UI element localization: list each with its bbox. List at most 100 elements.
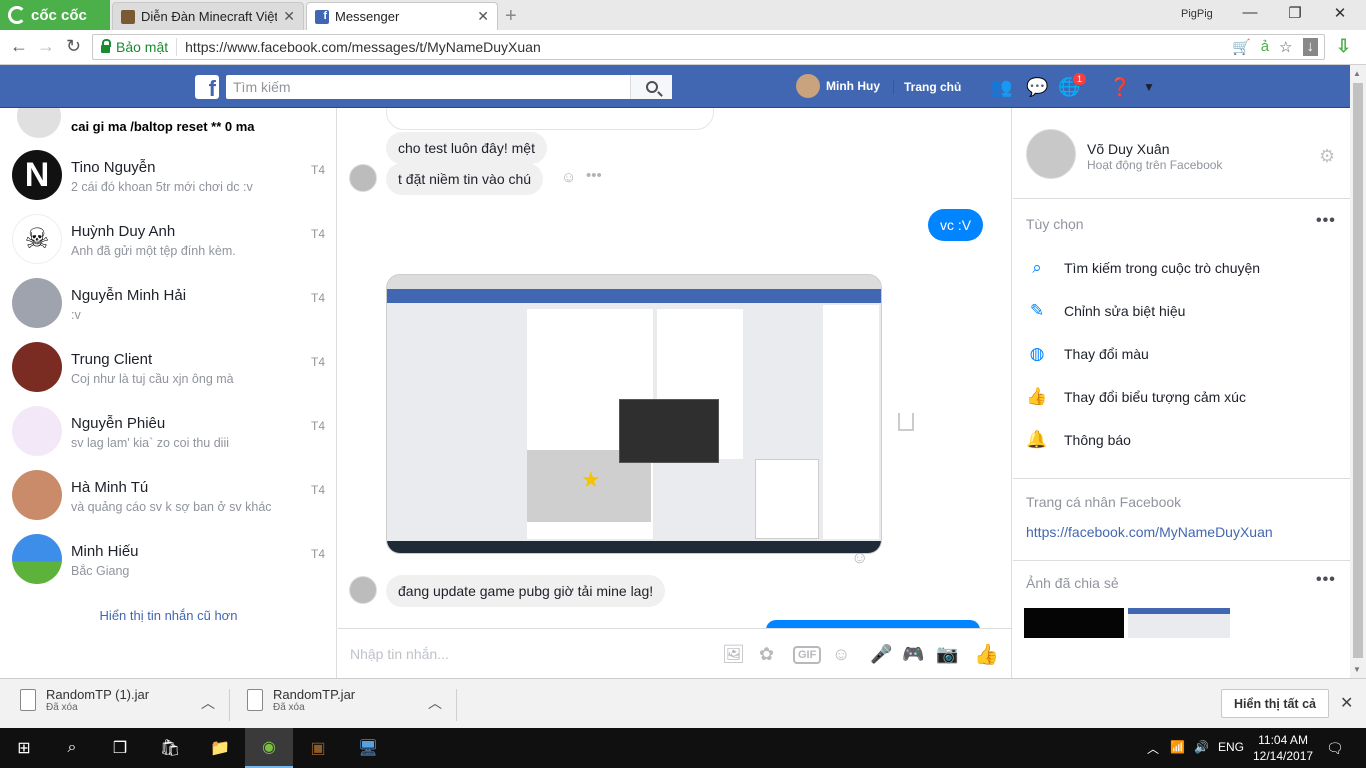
close-tab-icon[interactable]: ✕	[477, 8, 489, 25]
clock-date: 12/14/2017	[1253, 749, 1314, 763]
contact-name[interactable]: Võ Duy Xuân	[1087, 141, 1170, 157]
message-input[interactable]	[350, 643, 710, 665]
conversation-avatar	[12, 278, 62, 328]
maximize-icon[interactable]: ❐	[1280, 4, 1310, 22]
image-upload-icon[interactable]: 🖼	[722, 644, 745, 665]
help-icon[interactable]: ❓	[1109, 77, 1131, 98]
option-change-color[interactable]: ◍ Thay đổi màu	[1026, 344, 1149, 364]
react-smiley-icon[interactable]: ☺	[561, 169, 576, 186]
show-older-messages-link[interactable]: Hiển thị tin nhắn cũ hơn	[0, 608, 336, 623]
option-search-conversation[interactable]: ⌕ Tìm kiếm trong cuộc trò chuyện	[1026, 258, 1260, 278]
add-reaction-icon[interactable]: ☺	[851, 548, 868, 568]
action-center-icon[interactable]: 🗨	[1326, 740, 1344, 757]
reload-icon[interactable]: ↻	[66, 36, 81, 57]
chevron-up-icon[interactable]: ︿	[1147, 740, 1159, 757]
list-item[interactable]: cai gi ma /baltop reset ** 0 ma	[0, 108, 336, 146]
shared-photo-thumbnail[interactable]	[1024, 608, 1124, 638]
contact-avatar[interactable]	[1026, 129, 1076, 179]
list-item[interactable]: N Tino Nguyễn 2 cái đó khoan 5tr mới chơ…	[0, 144, 336, 208]
download-item[interactable]: RandomTP.jar Đã xóa	[247, 687, 355, 713]
forward-arrow-icon[interactable]: →	[37, 36, 55, 57]
profile-name[interactable]: PigPig	[1181, 8, 1213, 20]
chevron-up-icon[interactable]: ︿	[428, 693, 442, 713]
emoji-icon[interactable]: ☺	[832, 644, 850, 665]
windows-start-icon[interactable]: ⊞	[0, 728, 48, 768]
home-link[interactable]: Trang chủ	[893, 80, 961, 94]
gif-icon[interactable]: GIF	[793, 646, 822, 664]
conversation-name: Nguyễn Minh Hải	[71, 287, 187, 304]
wifi-icon[interactable]: 📶	[1170, 740, 1185, 754]
coccoc-menu-button[interactable]: cốc cốc	[0, 0, 110, 30]
messenger-icon[interactable]: 💬	[1026, 77, 1048, 98]
option-edit-nickname[interactable]: ✎ Chỉnh sửa biệt hiệu	[1026, 301, 1186, 321]
task-view-icon[interactable]: ❒	[96, 728, 144, 768]
store-icon[interactable]: 🛍	[146, 728, 194, 768]
facebook-logo-icon[interactable]: f	[195, 75, 219, 101]
camera-icon[interactable]: 📷	[936, 644, 958, 665]
link-preview-card[interactable]	[386, 108, 714, 130]
list-item[interactable]: Nguyễn Minh Hải :v T4	[0, 272, 336, 336]
divider	[1013, 560, 1350, 561]
share-icon[interactable]	[898, 413, 914, 431]
minecraft-icon[interactable]: ▣	[294, 728, 342, 768]
gear-icon[interactable]: ⚙	[1319, 146, 1335, 167]
sender-avatar	[349, 164, 377, 192]
coccoc-browser-icon[interactable]: ◉	[245, 728, 293, 768]
search-icon[interactable]: ⌕	[48, 728, 96, 768]
scrollbar-thumb[interactable]	[1353, 83, 1363, 658]
input-language[interactable]: ENG	[1218, 740, 1244, 754]
list-item[interactable]: ☠ Huỳnh Duy Anh Anh đã gửi một tệp đính …	[0, 208, 336, 272]
message-bubble: đang update game pubg giờ tải mine lag!	[386, 575, 666, 607]
close-tab-icon[interactable]: ✕	[283, 8, 295, 25]
game-controller-icon[interactable]: 🎮	[902, 644, 924, 665]
scroll-up-icon[interactable]: ▲	[1353, 69, 1361, 78]
more-options-icon[interactable]: •••	[586, 167, 602, 184]
search-button[interactable]	[630, 75, 672, 99]
shared-photos-more-icon[interactable]: •••	[1316, 571, 1336, 589]
downloads-arrow-icon[interactable]: ⇩	[1336, 36, 1351, 57]
screenshot-dialog	[619, 399, 719, 463]
close-downloads-icon[interactable]: ✕	[1340, 693, 1353, 713]
taskbar-clock[interactable]: 11:04 AM 12/14/2017	[1253, 732, 1313, 764]
account-menu-caret-icon[interactable]: ▼	[1143, 80, 1155, 94]
options-more-icon[interactable]: •••	[1316, 212, 1336, 230]
address-bar[interactable]: Bảo mật https://www.facebook.com/message…	[92, 34, 1325, 60]
page-scrollbar[interactable]: ▲ ▼	[1350, 65, 1366, 678]
star-bookmark-icon[interactable]: ☆	[1279, 38, 1292, 56]
download-item[interactable]: RandomTP (1).jar Đã xóa	[20, 687, 149, 713]
close-window-icon[interactable]: ✕	[1325, 4, 1355, 22]
show-all-downloads-button[interactable]: Hiển thị tất cả	[1221, 689, 1329, 718]
network-app-icon[interactable]: 🖥	[344, 728, 392, 768]
friend-requests-icon[interactable]: 👥	[990, 77, 1012, 98]
shared-photo-thumbnail[interactable]	[1128, 608, 1230, 638]
list-item[interactable]: Hà Minh Tú và quảng cáo sv k sợ ban ở sv…	[0, 464, 336, 528]
option-change-emoji[interactable]: 👍 Thay đổi biểu tượng cảm xúc	[1026, 387, 1246, 407]
thumbs-up-icon[interactable]: 👍	[974, 642, 999, 667]
profile-url-link[interactable]: https://facebook.com/MyNameDuyXuan	[1026, 524, 1273, 540]
dictionary-icon[interactable]: ả	[1261, 38, 1269, 56]
sticker-icon[interactable]: ✿	[759, 644, 774, 665]
new-tab-button[interactable]: +	[505, 5, 517, 28]
option-notifications[interactable]: 🔔 Thông báo	[1026, 430, 1131, 450]
security-indicator[interactable]: Bảo mật	[93, 38, 178, 56]
shopping-cart-icon[interactable]: 🛒	[1232, 38, 1251, 56]
minimize-icon[interactable]: —	[1235, 4, 1265, 21]
search-icon	[645, 81, 658, 93]
list-item[interactable]: Minh Hiếu Bắc Giang T4	[0, 528, 336, 592]
download-page-icon[interactable]: ↓	[1302, 38, 1318, 56]
shared-screenshot-image[interactable]: ★	[386, 274, 882, 554]
list-item[interactable]: Trung Client Coj như là tuj cầu xjn ông …	[0, 336, 336, 400]
file-explorer-icon[interactable]: 📁	[196, 728, 244, 768]
microphone-icon[interactable]: 🎤	[870, 644, 892, 665]
volume-icon[interactable]: 🔊	[1194, 740, 1209, 754]
url-text[interactable]: https://www.facebook.com/messages/t/MyNa…	[177, 39, 541, 55]
tab-messenger[interactable]: f Messenger ✕	[306, 2, 498, 30]
profile-link[interactable]: Minh Huy	[796, 74, 880, 98]
tab-minecraft-forum[interactable]: Diễn Đàn Minecraft Việt Na ✕	[112, 2, 304, 30]
chevron-up-icon[interactable]: ︿	[201, 693, 215, 713]
tab-label: Diễn Đàn Minecraft Việt Na	[141, 9, 278, 24]
facebook-search-input[interactable]	[226, 75, 672, 99]
scroll-down-icon[interactable]: ▼	[1353, 665, 1361, 674]
back-arrow-icon[interactable]: ←	[10, 36, 28, 57]
list-item[interactable]: Nguyễn Phiêu sv lag lam' kia` zo coi thu…	[0, 400, 336, 464]
